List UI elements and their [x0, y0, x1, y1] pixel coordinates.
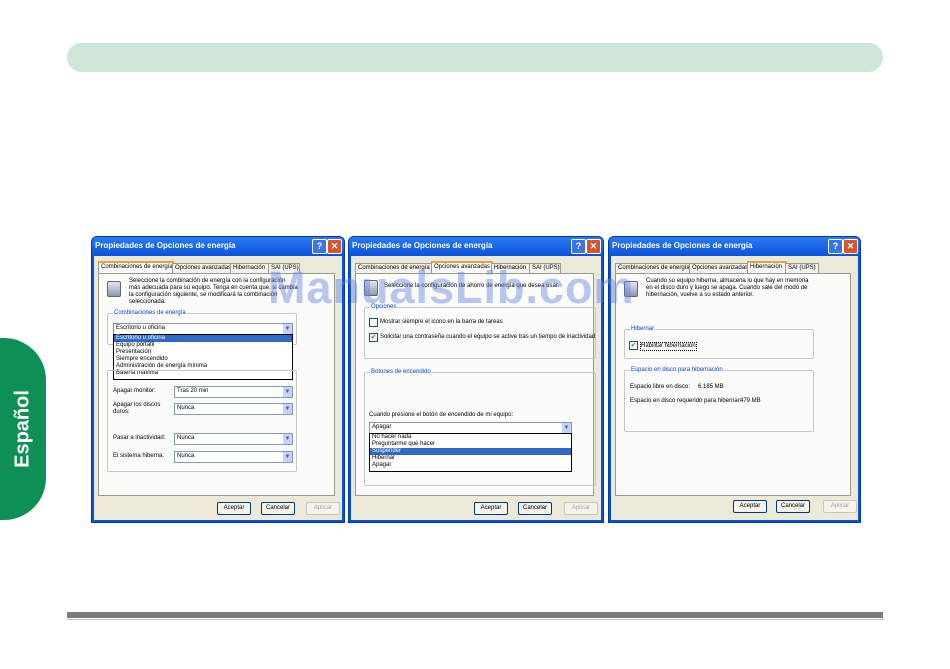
tab-page: Seleccione la configuración de ahorro de… [355, 273, 596, 496]
dropdown-option[interactable]: Administración de energía mínima [114, 363, 292, 370]
setting-label-hibernate: El sistema hiberna: [113, 453, 165, 459]
footer-rule [67, 612, 883, 618]
power-scheme-value: Escritorio u oficina [116, 325, 166, 331]
page-header-bar [67, 43, 883, 72]
disk-space-group-label: Espacio en disco para hibernación [630, 367, 724, 373]
hibernate-group-label: Hibernar [630, 326, 656, 332]
dropdown-option[interactable]: Siempre encendido [114, 356, 292, 363]
dropdown-option[interactable]: Suspender [370, 448, 571, 455]
help-icon[interactable]: ? [312, 239, 327, 254]
chevron-down-icon[interactable]: ▼ [283, 324, 292, 334]
power-scheme-icon [107, 281, 121, 297]
apply-button[interactable]: Aplicar [564, 502, 598, 515]
chevron-down-icon[interactable]: ▼ [562, 423, 571, 433]
close-icon[interactable]: ✕ [327, 239, 342, 254]
standby-select[interactable]: Nunca ▼ [174, 433, 293, 445]
intro-line-3: la configuración siguiente, se modificar… [129, 292, 278, 298]
dropdown-option[interactable]: Escritorio u oficina [114, 335, 292, 342]
hibernate-select[interactable]: Nunca ▼ [174, 451, 293, 463]
intro-line-1: Cuando su equipo hiberna, almacena lo qu… [646, 278, 809, 284]
cancel-button[interactable]: Cancelar [261, 502, 295, 515]
dropdown-option[interactable]: Hibernar [370, 455, 571, 462]
dialog-title: Propiedades de Opciones de energía [612, 241, 753, 250]
free-space-value: 6.185 MB [698, 384, 724, 390]
tab-page: Seleccione la combinación de energía con… [98, 273, 335, 496]
free-space-label: Espacio libre en disco: [630, 384, 691, 390]
enable-hibernate-label: Habilitar hibernación [640, 342, 697, 351]
ok-button[interactable]: Aceptar [733, 500, 767, 513]
hibernate-icon [624, 281, 638, 297]
dropdown-option[interactable]: Equipo portátil [114, 342, 292, 349]
dialog-client: Combinaciones de energía Opciones avanza… [611, 256, 858, 520]
close-icon[interactable]: ✕ [586, 239, 601, 254]
apply-button[interactable]: Aplicar [823, 500, 857, 513]
require-password-checkbox[interactable]: ✔ [369, 333, 378, 342]
dropdown-option[interactable]: Presentación [114, 349, 292, 356]
cancel-button[interactable]: Cancelar [776, 500, 810, 513]
chevron-down-icon[interactable]: ▼ [283, 452, 292, 462]
apply-button[interactable]: Aplicar [306, 502, 340, 515]
monitor-value: Tras 20 min [177, 388, 209, 394]
intro-line-1: Seleccione la combinación de energía con… [129, 278, 286, 284]
chevron-down-icon[interactable]: ▼ [283, 387, 292, 397]
power-button-prompt: Cuando presione el botón de encendido de… [369, 412, 514, 418]
footer-rule-shadow [67, 619, 883, 620]
dropdown-option[interactable]: Preguntarme qué hacer [370, 441, 571, 448]
required-space-value: 479 MB [740, 398, 761, 404]
help-icon[interactable]: ? [828, 239, 843, 254]
close-icon[interactable]: ✕ [843, 239, 858, 254]
dialog-title: Propiedades de Opciones de energía [95, 241, 236, 250]
dropdown-option[interactable]: No hacer nada [370, 434, 571, 441]
power-options-icon [364, 280, 378, 296]
enable-hibernate-checkbox[interactable]: ✔ [629, 341, 638, 350]
hibernate-value: Nunca [177, 453, 195, 459]
dialog-client: Combinaciones de energía Opciones avanza… [351, 256, 601, 520]
required-space-label: Espacio en disco requerido para hibernar… [630, 398, 742, 404]
title-bar: Propiedades de Opciones de energía ? ✕ [349, 237, 603, 256]
dialog-client: Combinaciones de energía Opciones avanza… [94, 256, 342, 520]
chevron-down-icon[interactable]: ▼ [283, 404, 292, 414]
help-icon[interactable]: ? [571, 239, 586, 254]
dialog-title: Propiedades de Opciones de energía [352, 241, 493, 250]
intro-text: Seleccione la configuración de ahorro de… [384, 283, 560, 289]
title-bar: Propiedades de Opciones de energía ? ✕ [609, 237, 860, 256]
chevron-down-icon[interactable]: ▼ [283, 434, 292, 444]
show-tray-icon-checkbox[interactable] [369, 318, 378, 327]
dropdown-option[interactable]: Apagar [370, 462, 571, 469]
power-button-value: Apagar [372, 424, 392, 430]
setting-label-disks: Apagar los discos duros: [113, 402, 161, 415]
ok-button[interactable]: Aceptar [217, 502, 251, 515]
standby-value: Nunca [177, 435, 195, 441]
setting-label-monitor: Apagar monitor: [113, 388, 156, 394]
language-label: Español [11, 390, 34, 468]
language-side-tab: Español [0, 338, 46, 520]
disks-value: Nunca [177, 405, 195, 411]
cancel-button[interactable]: Cancelar [518, 502, 552, 515]
monitor-select[interactable]: Tras 20 min ▼ [174, 386, 293, 398]
intro-line-3: hibernación, vuelve a su estado anterior… [646, 292, 754, 298]
intro-line-2: en el disco duro y luego se apaga. Cuand… [646, 285, 808, 291]
intro-line-2: más adecuada para su equipo. Tenga en cu… [129, 285, 298, 291]
disks-select[interactable]: Nunca ▼ [174, 403, 293, 415]
power-options-dialog-schemes: Propiedades de Opciones de energía ? ✕ C… [91, 236, 345, 523]
intro-line-4: seleccionada. [129, 299, 166, 305]
power-button-dropdown: No hacer nada Preguntarme qué hacer Susp… [369, 433, 572, 472]
options-group-label: Opciones [370, 304, 398, 310]
setting-label-standby: Pasar a inactividad: [113, 435, 166, 441]
power-options-dialog-advanced: Propiedades de Opciones de energía ? ✕ C… [348, 236, 604, 523]
show-tray-icon-label: Mostrar siempre el icono en la barra de … [380, 319, 503, 325]
power-options-dialog-hibernate: Propiedades de Opciones de energía ? ✕ C… [608, 236, 861, 523]
ok-button[interactable]: Aceptar [474, 502, 508, 515]
power-buttons-group-label: Botones de encendido [370, 369, 432, 375]
schemes-group-label: Combinaciones de energía [113, 310, 187, 316]
options-group: Opciones [364, 304, 596, 359]
tab-page: Cuando su equipo hiberna, almacena lo qu… [615, 273, 851, 496]
require-password-label: Solicitar una contraseña cuando el equip… [380, 334, 596, 340]
title-bar: Propiedades de Opciones de energía ? ✕ [92, 237, 344, 256]
